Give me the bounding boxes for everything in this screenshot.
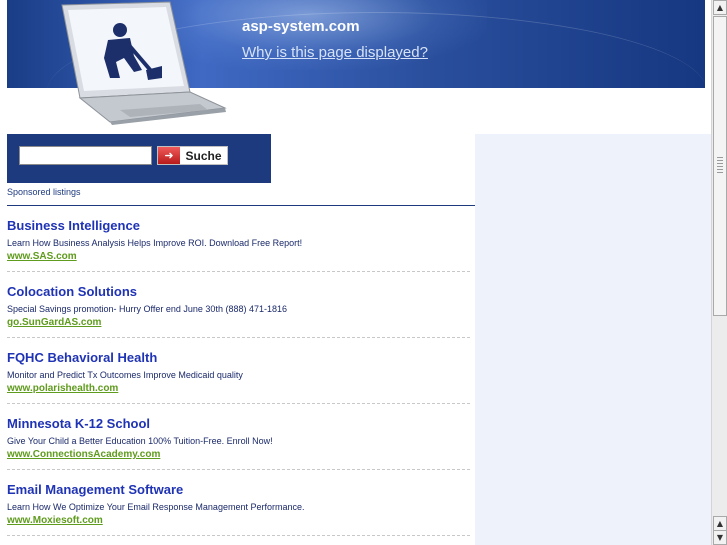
page: asp-system.com Why is this page displaye… [0, 0, 727, 545]
scroll-down-icon[interactable]: ▼ [713, 530, 727, 545]
listing-title-link[interactable]: FQHC Behavioral Health [7, 350, 157, 365]
listing-title-link[interactable]: Colocation Solutions [7, 284, 137, 299]
listing-item: Email Management Software Learn How We O… [7, 470, 470, 536]
listing-description: Monitor and Predict Tx Outcomes Improve … [7, 370, 243, 380]
listing-title-link[interactable]: Minnesota K-12 School [7, 416, 150, 431]
listing-url-link[interactable]: go.SunGardAS.com [7, 317, 101, 328]
search-input[interactable] [19, 146, 152, 165]
search-button-label: Suche [185, 148, 222, 163]
listing-url-link[interactable]: www.polarishealth.com [7, 383, 118, 394]
listing-url-link[interactable]: www.SAS.com [7, 251, 77, 262]
listing-item: Colocation Solutions Special Savings pro… [7, 272, 470, 338]
search-button[interactable]: ➜ Suche [157, 146, 228, 165]
listing-description: Learn How We Optimize Your Email Respons… [7, 502, 305, 512]
scrollbar-grip-icon [717, 157, 723, 173]
listing-title-link[interactable]: Email Management Software [7, 482, 183, 497]
listing-item: FQHC Behavioral Health Monitor and Predi… [7, 338, 470, 404]
listing-title-link[interactable]: Business Intelligence [7, 218, 140, 233]
why-displayed-link[interactable]: Why is this page displayed? [242, 44, 428, 61]
scroll-up-icon[interactable]: ▲ [713, 0, 727, 15]
laptop-worker-icon [61, 1, 227, 125]
listing-item: Minnesota K-12 School Give Your Child a … [7, 404, 470, 470]
site-title: asp-system.com [242, 18, 360, 35]
listing-url-link[interactable]: www.Moxiesoft.com [7, 515, 103, 526]
sponsored-listings-label: Sponsored listings [7, 187, 81, 197]
listing-description: Learn How Business Analysis Helps Improv… [7, 238, 303, 248]
search-bar: ➜ Suche [7, 134, 271, 183]
listing-description: Special Savings promotion- Hurry Offer e… [7, 304, 287, 314]
right-panel [475, 134, 711, 545]
listing-description: Give Your Child a Better Education 100% … [7, 436, 273, 446]
scroll-up-lower-icon[interactable]: ▲ [713, 516, 727, 531]
scrollbar-thumb[interactable] [713, 16, 727, 316]
listing-url-link[interactable]: www.ConnectionsAcademy.com [7, 449, 160, 460]
listing-item: Business Intelligence Learn How Business… [7, 206, 470, 272]
vertical-scrollbar[interactable]: ▲ ▲ ▼ [711, 0, 727, 545]
listings: Business Intelligence Learn How Business… [7, 206, 470, 536]
arrow-right-icon: ➜ [158, 147, 180, 164]
